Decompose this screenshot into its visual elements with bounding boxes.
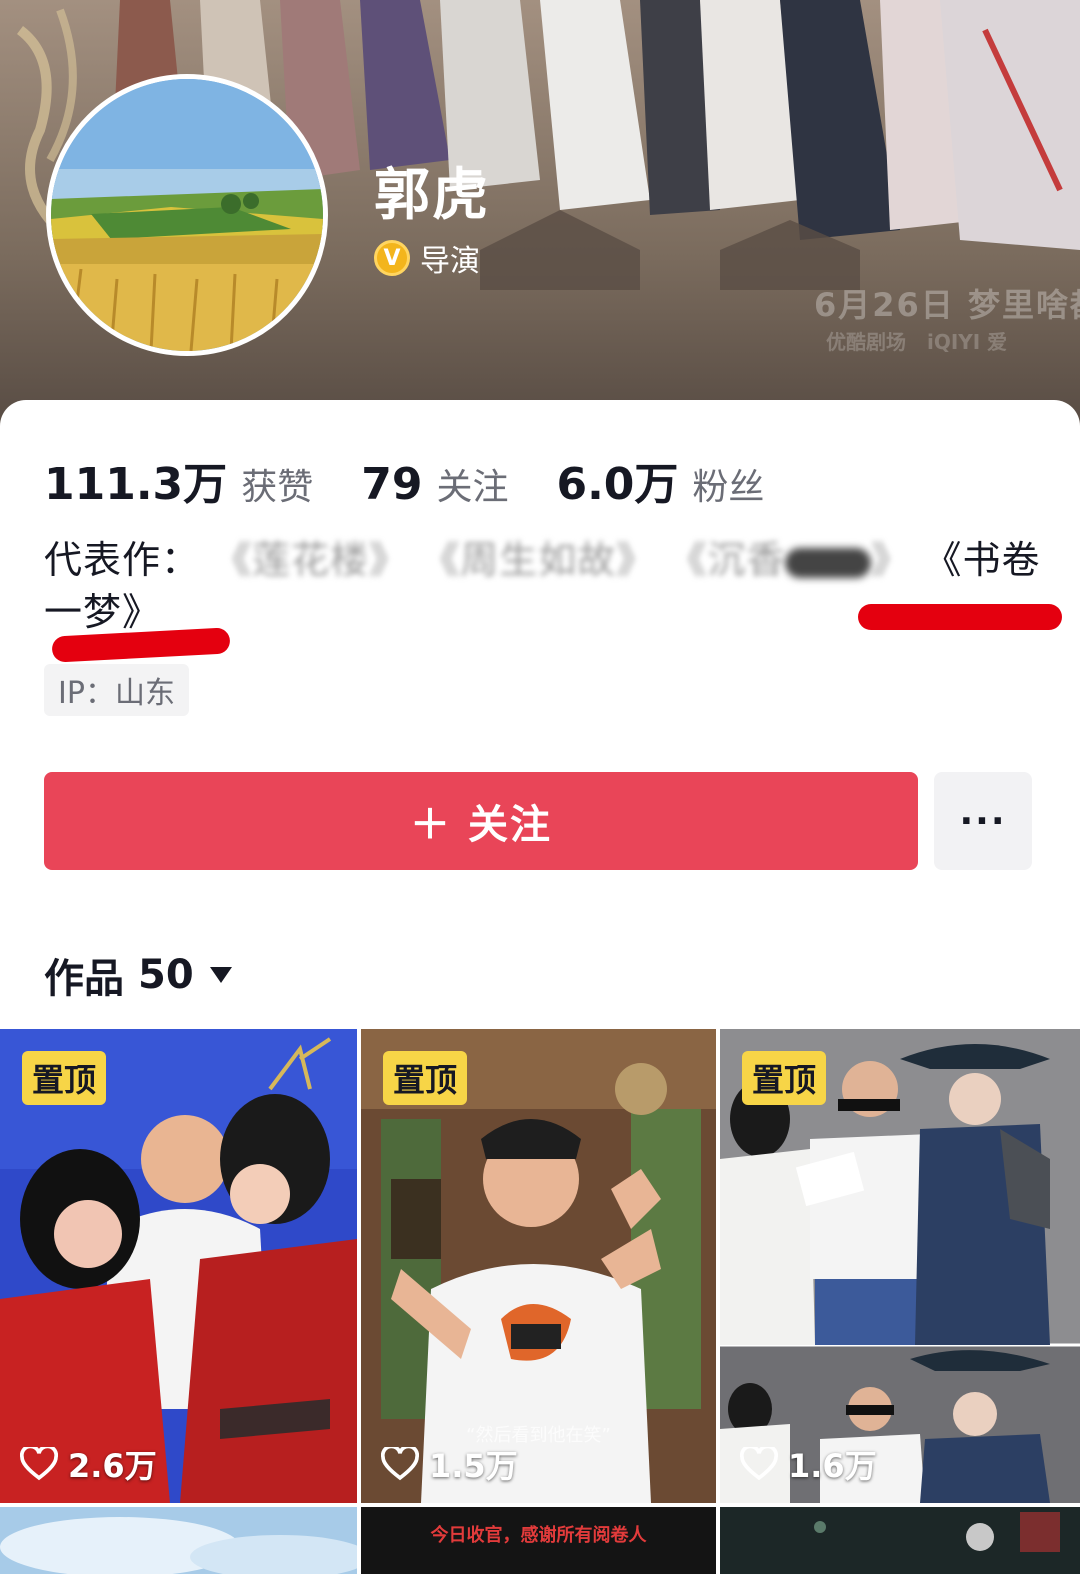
annotation-underline — [858, 604, 1062, 630]
pinned-badge: 置顶 — [383, 1051, 468, 1105]
video-likes: 1.5万 — [381, 1441, 518, 1487]
stat-followers[interactable]: 6.0万 粉丝 — [556, 448, 764, 512]
pinned-badge: 置顶 — [742, 1051, 827, 1105]
follow-button[interactable]: ＋ 关注 — [44, 772, 918, 870]
video-tile[interactable] — [720, 1507, 1080, 1574]
video-tile[interactable] — [0, 1507, 357, 1574]
avatar-landscape-image — [51, 79, 323, 351]
blurred-work-title: 《莲花楼》 — [213, 538, 409, 582]
works-tab-label: 作品 — [44, 956, 124, 1002]
verified-row: V 导演 — [374, 236, 480, 280]
video-thumbnail — [0, 1507, 357, 1574]
blurred-work-title: 《周生如故》 — [421, 538, 656, 582]
heart-icon — [381, 1447, 419, 1481]
blurred-work-title: 《沉香 — [668, 538, 786, 582]
representative-works-label: 代表作： — [44, 538, 201, 582]
stat-value: 6.0万 — [556, 459, 679, 510]
video-thumbnail — [720, 1507, 1080, 1574]
video-likes: 2.6万 — [20, 1441, 157, 1487]
stat-value: 111.3万 — [44, 459, 228, 510]
blurred-bracket: 》 — [871, 538, 911, 582]
works-tab-count: 50 — [138, 952, 194, 998]
likes-count: 2.6万 — [68, 1447, 157, 1485]
stat-label: 获赞 — [241, 467, 314, 508]
stat-value: 79 — [361, 459, 423, 510]
more-options-button[interactable]: ··· — [934, 772, 1032, 870]
video-tile[interactable]: 置顶 2.6万 — [0, 1029, 357, 1503]
video-caption: 今日收官，感谢所有阅卷人 — [430, 1525, 647, 1546]
avatar[interactable] — [46, 74, 328, 356]
banner-logos: 优酷剧场 iQIYI 爱 — [826, 326, 1021, 355]
stat-likes[interactable]: 111.3万 获赞 — [44, 448, 313, 512]
stat-label: 粉丝 — [692, 467, 765, 508]
likes-count: 1.5万 — [429, 1447, 518, 1485]
heart-icon — [20, 1447, 58, 1481]
banner-logo: iQIYI 爱 — [926, 330, 1008, 354]
pinned-badge: 置顶 — [22, 1051, 107, 1105]
tab-works[interactable]: 作品 50 — [44, 946, 232, 1004]
banner-release-text: 6月26日 梦里啥都 — [814, 286, 1080, 324]
banner-logo: 优酷剧场 — [826, 330, 906, 354]
profile-stats: 111.3万 获赞 79 关注 6.0万 粉丝 — [44, 448, 812, 512]
video-tile[interactable]: 置顶 “然后看到他在笑” 1.5万 — [361, 1029, 716, 1503]
profile-name: 郭虎 — [374, 163, 490, 228]
verified-label: 导演 — [420, 244, 480, 279]
video-likes: 1.6万 — [740, 1441, 877, 1487]
video-tile[interactable]: 置顶 1.6万 — [720, 1029, 1080, 1503]
ip-location-tag: IP：山东 — [44, 664, 189, 716]
verified-badge-icon: V — [374, 240, 410, 276]
stat-label: 关注 — [436, 467, 509, 508]
heart-icon — [740, 1447, 778, 1481]
video-tile[interactable]: 今日收官，感谢所有阅卷人 — [361, 1507, 716, 1574]
redaction-blot — [785, 547, 872, 578]
stat-following[interactable]: 79 关注 — [361, 458, 508, 510]
dropdown-caret-icon — [209, 967, 232, 983]
likes-count: 1.6万 — [788, 1447, 877, 1485]
